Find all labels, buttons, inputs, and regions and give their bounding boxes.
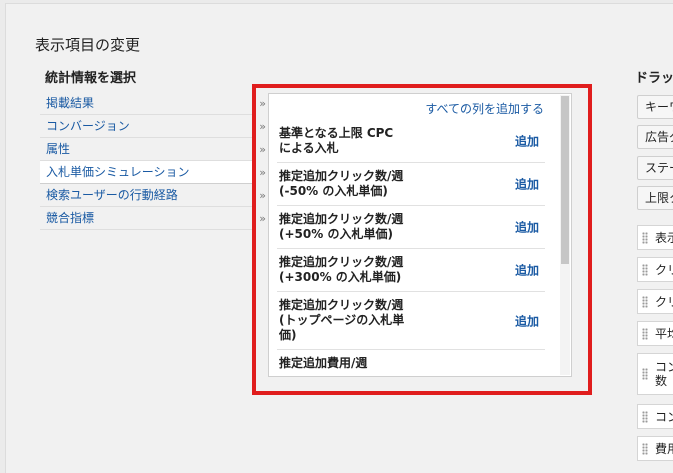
- drag-handle-icon[interactable]: [642, 295, 648, 308]
- column-chip[interactable]: コン 数: [637, 353, 673, 395]
- column-label: 表示: [655, 230, 673, 245]
- metric-label: 推定追加クリック数/週 (-50% の入札単価): [279, 169, 404, 198]
- drag-handle-icon[interactable]: [642, 442, 648, 455]
- column-label: 平均: [655, 326, 673, 341]
- add-metric-link[interactable]: 追加: [515, 262, 539, 279]
- column-label: コン: [655, 409, 673, 424]
- category-item-performance[interactable]: 掲載結果 »: [40, 92, 266, 115]
- double-chevron-right-icon: »: [259, 120, 266, 133]
- scrollbar-thumb[interactable]: [561, 96, 569, 264]
- drag-handle-icon[interactable]: [642, 368, 648, 380]
- add-metric-link[interactable]: 追加: [515, 133, 539, 150]
- dialog-title: 表示項目の変更: [35, 36, 141, 54]
- double-chevron-right-icon: »: [259, 212, 266, 225]
- category-item-bid-simulation[interactable]: 入札単価シミュレーション »: [40, 161, 266, 184]
- column-chip[interactable]: クリ: [637, 257, 673, 282]
- add-metric-link[interactable]: 追加: [515, 312, 539, 329]
- category-item-attributes[interactable]: 属性 »: [40, 138, 266, 161]
- double-chevron-right-icon: »: [259, 97, 266, 110]
- metrics-list: 基準となる上限 CPC による入札 追加 推定追加クリック数/週 (-50% の…: [277, 120, 545, 376]
- metric-row: 推定追加クリック数/週 (-50% の入札単価) 追加: [277, 163, 545, 206]
- column-chip[interactable]: 費用: [637, 436, 673, 461]
- column-chip[interactable]: 平均: [637, 321, 673, 346]
- metric-row: 基準となる上限 CPC による入札 追加: [277, 120, 545, 163]
- add-metric-link[interactable]: 追加: [515, 176, 539, 193]
- column-label: クリ: [655, 294, 673, 309]
- category-label: コンバージョン: [46, 119, 130, 133]
- metric-label: 推定追加クリック数/週 (+50% の入札単価): [279, 212, 404, 241]
- add-all-columns-link[interactable]: すべての列を追加する: [425, 100, 544, 117]
- metrics-panel: すべての列を追加する 基準となる上限 CPC による入札 追加 推定追加クリック…: [268, 93, 572, 377]
- drag-handle-icon[interactable]: [642, 263, 648, 276]
- double-chevron-right-icon: »: [259, 143, 266, 156]
- column-chip[interactable]: 表示: [637, 225, 673, 250]
- category-list: 掲載結果 » コンバージョン » 属性 » 入札単価シミュレーション » 検索ユ…: [40, 92, 266, 230]
- column-chip[interactable]: コン: [637, 404, 673, 429]
- category-item-conversions[interactable]: コンバージョン »: [40, 115, 266, 138]
- fixed-column-button[interactable]: ステー: [637, 156, 673, 180]
- category-label: 属性: [46, 142, 71, 156]
- double-chevron-right-icon: »: [259, 166, 266, 179]
- add-metric-link[interactable]: 追加: [515, 219, 539, 236]
- column-chip[interactable]: クリ: [637, 289, 673, 314]
- metric-label: 基準となる上限 CPC による入札: [279, 126, 394, 155]
- drag-handle-icon[interactable]: [642, 231, 648, 244]
- metric-row: 推定追加クリック数/週 (+50% の入札単価) 追加: [277, 206, 545, 249]
- stats-select-heading: 統計情報を選択: [45, 71, 137, 86]
- category-label: 検索ユーザーの行動経路: [46, 188, 178, 202]
- drag-columns-heading: ドラッ: [635, 71, 673, 86]
- metric-row: 推定追加クリック数/週 (トップページの入札単 価) 追加: [277, 292, 545, 350]
- fixed-column-button[interactable]: 上限ク: [637, 186, 673, 210]
- metric-label: 推定追加クリック数/週 (+300% の入札単価): [279, 255, 404, 284]
- fixed-column-button[interactable]: 広告グ: [637, 125, 673, 149]
- category-item-search-funnels[interactable]: 検索ユーザーの行動経路 »: [40, 184, 266, 207]
- column-label: クリ: [655, 262, 673, 277]
- category-label: 入札単価シミュレーション: [46, 165, 190, 179]
- category-label: 掲載結果: [46, 96, 95, 110]
- category-label: 競合指標: [46, 211, 95, 225]
- metric-label: 推定追加費用/週: [279, 356, 368, 370]
- category-item-competitive-metrics[interactable]: 競合指標 »: [40, 207, 266, 230]
- fixed-column-button[interactable]: キーワ: [637, 95, 673, 119]
- column-label: コン 数: [655, 360, 673, 388]
- metric-row: 推定追加クリック数/週 (+300% の入札単価) 追加: [277, 249, 545, 292]
- drag-handle-icon[interactable]: [642, 327, 648, 340]
- drag-handle-icon[interactable]: [642, 410, 648, 423]
- column-label: 費用: [655, 441, 673, 456]
- double-chevron-right-icon: »: [259, 189, 266, 202]
- metric-label: 推定追加クリック数/週 (トップページの入札単 価): [279, 298, 405, 342]
- metric-row: 推定追加費用/週: [277, 350, 545, 376]
